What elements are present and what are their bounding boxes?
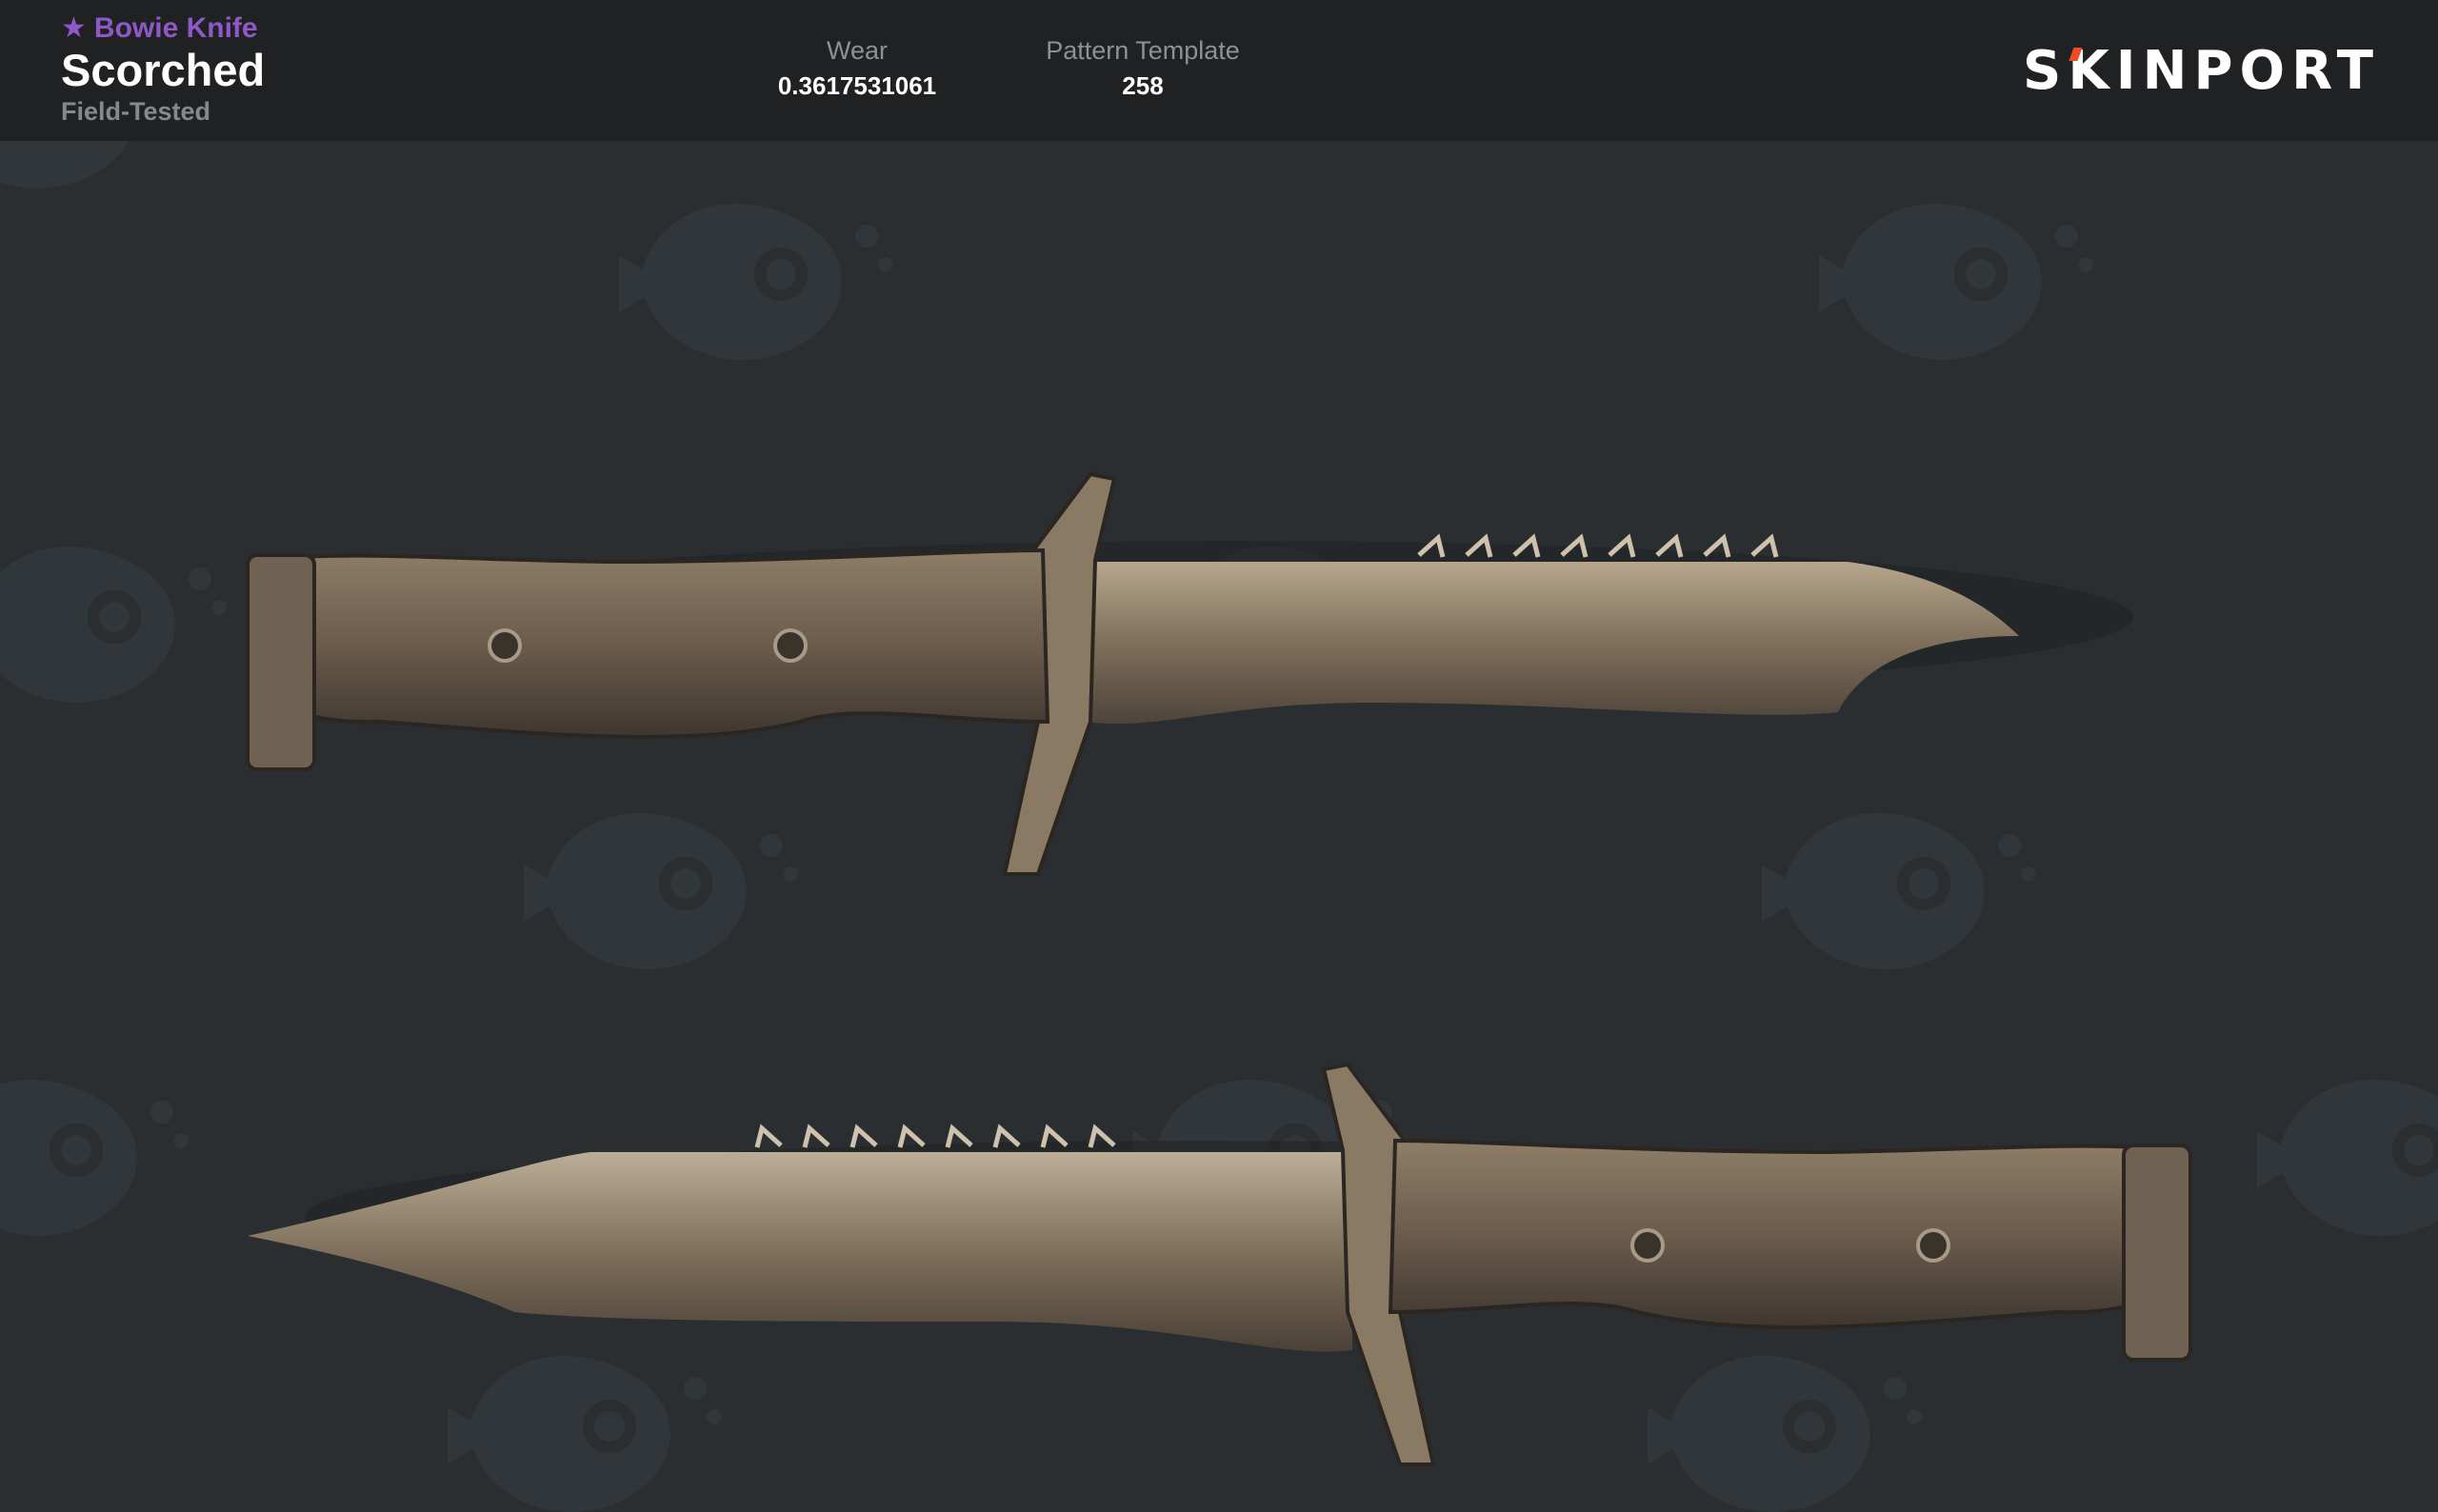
pattern-stat: Pattern Template 258: [1019, 36, 1267, 101]
exterior-label: Field-Tested: [61, 97, 211, 126]
item-type-label: Bowie Knife: [93, 12, 258, 44]
wear-label: Wear: [826, 36, 889, 65]
wear-value: 0.3617531061: [777, 71, 937, 100]
wear-stat: Wear 0.3617531061: [762, 36, 952, 101]
logo-text-left: S: [2023, 39, 2068, 102]
item-header: ★ Bowie Knife Scorched Field-Tested Wear …: [0, 0, 2438, 141]
knife-image-side-b: [248, 1062, 2192, 1466]
item-type: ★ Bowie Knife: [61, 11, 258, 45]
pattern-value: 258: [1122, 71, 1164, 100]
logo-k: K: [2068, 40, 2115, 102]
logo-text-right: INPORT: [2115, 39, 2380, 102]
pattern-label: Pattern Template: [1046, 36, 1240, 65]
skinport-logo[interactable]: S K INPORT: [2023, 32, 2380, 109]
item-preview-stage: [0, 141, 2438, 1512]
star-icon: ★: [61, 12, 87, 44]
skin-name: Scorched: [61, 45, 266, 95]
knife-image-side-a: [246, 471, 2133, 876]
